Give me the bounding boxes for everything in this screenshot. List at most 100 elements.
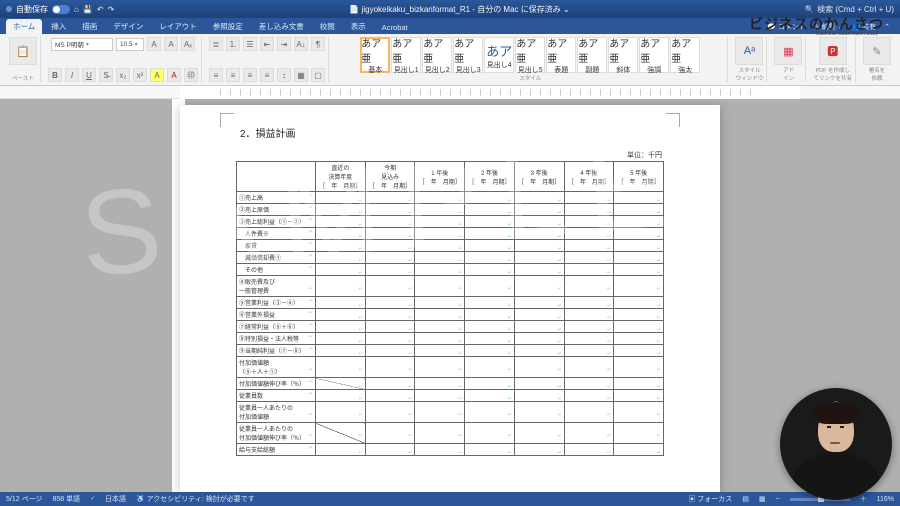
table-cell[interactable] bbox=[365, 252, 415, 264]
table-cell[interactable] bbox=[514, 444, 564, 456]
table-cell[interactable] bbox=[614, 444, 664, 456]
subscript-icon[interactable]: x₂ bbox=[116, 68, 130, 82]
align-left-icon[interactable]: ≡ bbox=[209, 68, 223, 82]
table-cell[interactable] bbox=[614, 345, 664, 357]
table-cell[interactable] bbox=[514, 309, 564, 321]
language-indicator[interactable]: 日本語 bbox=[105, 494, 126, 504]
table-cell[interactable] bbox=[316, 345, 366, 357]
table-cell[interactable] bbox=[415, 357, 465, 378]
table-cell[interactable] bbox=[365, 204, 415, 216]
table-cell[interactable] bbox=[316, 444, 366, 456]
table-cell[interactable] bbox=[564, 309, 614, 321]
style-strong[interactable]: あア亜強調 bbox=[639, 37, 669, 73]
table-cell[interactable] bbox=[514, 192, 564, 204]
table-cell[interactable] bbox=[415, 228, 465, 240]
font-name-select[interactable]: MS P明朝 bbox=[51, 38, 113, 51]
table-cell[interactable] bbox=[415, 264, 465, 276]
table-cell[interactable] bbox=[365, 423, 415, 444]
table-cell[interactable] bbox=[564, 357, 614, 378]
table-cell[interactable] bbox=[564, 423, 614, 444]
table-cell[interactable] bbox=[365, 390, 415, 402]
style-h3[interactable]: あア亜見出し3 bbox=[453, 37, 483, 73]
autosave-toggle[interactable] bbox=[52, 5, 70, 14]
home-icon[interactable]: ⌂ bbox=[74, 5, 79, 14]
table-cell[interactable] bbox=[365, 240, 415, 252]
table-cell[interactable] bbox=[564, 333, 614, 345]
style-h2[interactable]: あア亜見出し2 bbox=[422, 37, 452, 73]
table-cell[interactable] bbox=[365, 216, 415, 228]
table-cell[interactable] bbox=[514, 252, 564, 264]
table-cell[interactable] bbox=[365, 345, 415, 357]
table-cell[interactable] bbox=[614, 297, 664, 309]
table-cell[interactable] bbox=[514, 402, 564, 423]
styles-pane-button[interactable]: Aᵃ bbox=[735, 37, 763, 65]
table-cell[interactable] bbox=[514, 345, 564, 357]
table-cell[interactable] bbox=[465, 345, 515, 357]
font-color-icon[interactable]: A bbox=[167, 68, 181, 82]
profit-loss-table[interactable]: 直近の 決算年度 ［ 年 月期］今期 見込み ［ 年 月期］1 年後 ［ 年 月… bbox=[236, 161, 664, 456]
table-cell[interactable] bbox=[316, 204, 366, 216]
tab-view[interactable]: 表示 bbox=[344, 19, 373, 34]
table-cell[interactable] bbox=[564, 444, 614, 456]
tab-design[interactable]: デザイン bbox=[106, 19, 150, 34]
table-cell[interactable] bbox=[316, 309, 366, 321]
table-cell[interactable] bbox=[614, 264, 664, 276]
line-spacing-icon[interactable]: ↕ bbox=[277, 68, 291, 82]
table-cell[interactable] bbox=[514, 297, 564, 309]
table-cell[interactable] bbox=[465, 309, 515, 321]
style-subtitle[interactable]: あア亜副題 bbox=[577, 37, 607, 73]
table-cell[interactable] bbox=[365, 264, 415, 276]
create-pdf-button[interactable]: 🅿 bbox=[819, 37, 847, 65]
tab-acrobat[interactable]: Acrobat bbox=[375, 21, 415, 34]
superscript-icon[interactable]: x² bbox=[133, 68, 147, 82]
table-cell[interactable] bbox=[564, 216, 614, 228]
table-cell[interactable] bbox=[365, 402, 415, 423]
table-cell[interactable] bbox=[465, 252, 515, 264]
table-cell[interactable] bbox=[614, 252, 664, 264]
tab-mailings[interactable]: 差し込み文書 bbox=[252, 19, 311, 34]
table-cell[interactable] bbox=[415, 192, 465, 204]
table-cell[interactable] bbox=[514, 276, 564, 297]
ribbon-collapse-icon[interactable]: ⌃ bbox=[884, 23, 890, 31]
table-cell[interactable] bbox=[316, 297, 366, 309]
table-cell[interactable] bbox=[316, 321, 366, 333]
undo-icon[interactable]: ↶ bbox=[97, 5, 104, 14]
table-cell[interactable] bbox=[514, 333, 564, 345]
view-print-icon[interactable]: ▤ bbox=[742, 495, 749, 503]
table-cell[interactable] bbox=[415, 444, 465, 456]
style-h4[interactable]: あア見出し4 bbox=[484, 37, 514, 73]
table-cell[interactable] bbox=[564, 192, 614, 204]
table-cell[interactable] bbox=[465, 297, 515, 309]
tab-draw[interactable]: 描画 bbox=[75, 19, 104, 34]
table-cell[interactable] bbox=[564, 378, 614, 390]
table-cell[interactable] bbox=[514, 204, 564, 216]
table-cell[interactable] bbox=[316, 264, 366, 276]
table-cell[interactable] bbox=[514, 321, 564, 333]
focus-mode-button[interactable]: ▣ フォーカス bbox=[688, 494, 732, 504]
horizontal-ruler[interactable] bbox=[0, 86, 900, 99]
table-cell[interactable] bbox=[465, 378, 515, 390]
table-cell[interactable] bbox=[465, 402, 515, 423]
addins-button[interactable]: ▦ bbox=[774, 37, 802, 65]
style-normal[interactable]: あア亜基本 bbox=[360, 37, 390, 73]
tab-references[interactable]: 参照設定 bbox=[206, 19, 250, 34]
table-cell[interactable] bbox=[465, 333, 515, 345]
marks-icon[interactable]: ¶ bbox=[311, 37, 325, 51]
table-cell[interactable] bbox=[514, 390, 564, 402]
table-cell[interactable] bbox=[564, 297, 614, 309]
font-size-select[interactable]: 10.5 bbox=[116, 38, 144, 51]
table-cell[interactable] bbox=[365, 321, 415, 333]
zoom-out-icon[interactable]: − bbox=[776, 496, 780, 503]
table-cell[interactable] bbox=[415, 402, 465, 423]
search-field[interactable]: 🔍 検索 (Cmd + Ctrl + U) bbox=[805, 4, 894, 15]
table-cell[interactable] bbox=[514, 378, 564, 390]
multilevel-icon[interactable]: ☰ bbox=[243, 37, 257, 51]
table-cell[interactable] bbox=[514, 228, 564, 240]
table-cell[interactable] bbox=[614, 276, 664, 297]
table-cell[interactable] bbox=[365, 357, 415, 378]
align-center-icon[interactable]: ≡ bbox=[226, 68, 240, 82]
table-cell[interactable] bbox=[415, 240, 465, 252]
style-gallery[interactable]: あア亜基本 あア亜見出し1 あア亜見出し2 あア亜見出し3 あア見出し4 あア亜… bbox=[360, 37, 700, 73]
table-cell[interactable] bbox=[465, 264, 515, 276]
table-cell[interactable] bbox=[415, 390, 465, 402]
